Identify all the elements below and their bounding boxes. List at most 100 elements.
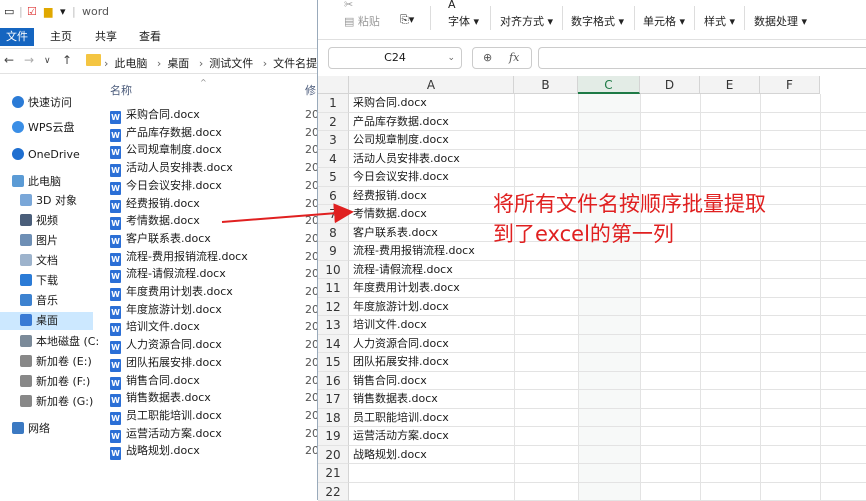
- quick-access-icon[interactable]: ▭: [4, 5, 14, 18]
- nav-3d-objects[interactable]: 3D 对象: [20, 192, 77, 210]
- breadcrumb-item[interactable]: 文件名提取: [273, 57, 317, 70]
- row-header[interactable]: 13: [318, 316, 349, 335]
- column-header-a[interactable]: A: [349, 76, 514, 94]
- row-header[interactable]: 4: [318, 150, 349, 169]
- column-header-f[interactable]: F: [760, 76, 820, 94]
- row-header[interactable]: 8: [318, 224, 349, 243]
- cell-a7[interactable]: 考情数据.docx: [353, 205, 427, 224]
- cell-a2[interactable]: 产品库存数据.docx: [353, 113, 449, 132]
- nav-documents[interactable]: 文档: [20, 252, 58, 270]
- cell-a13[interactable]: 培训文件.docx: [353, 316, 427, 335]
- row-header[interactable]: 3: [318, 131, 349, 150]
- properties-icon[interactable]: ☑: [27, 5, 37, 18]
- file-list-item[interactable]: W公司规章制度.docx20: [110, 141, 317, 158]
- cell-a4[interactable]: 活动人员安排表.docx: [353, 150, 460, 169]
- file-list-item[interactable]: W客户联系表.docx20: [110, 230, 317, 247]
- nav-volume-f[interactable]: 新加卷 (F:): [20, 373, 90, 391]
- file-list-item[interactable]: W战略规划.docx20: [110, 442, 317, 459]
- cell-a17[interactable]: 销售数据表.docx: [353, 390, 438, 409]
- file-list-item[interactable]: W活动人员安排表.docx20: [110, 159, 317, 176]
- worksheet-grid[interactable]: ABCDEF 1采购合同.docx2产品库存数据.docx3公司规章制度.doc…: [318, 76, 866, 500]
- cell-a1[interactable]: 采购合同.docx: [353, 94, 427, 113]
- file-list-item[interactable]: W经费报销.docx20: [110, 195, 317, 212]
- recent-dropdown-icon[interactable]: ∨: [44, 56, 51, 66]
- file-list-item[interactable]: W流程-请假流程.docx20: [110, 265, 317, 282]
- row-header[interactable]: 18: [318, 409, 349, 428]
- row-header[interactable]: 15: [318, 353, 349, 372]
- cell-a3[interactable]: 公司规章制度.docx: [353, 131, 449, 150]
- row-header[interactable]: 16: [318, 372, 349, 391]
- number-format-group[interactable]: 数字格式 ▾: [571, 13, 624, 29]
- column-header-d[interactable]: D: [640, 76, 700, 94]
- row-header[interactable]: 5: [318, 168, 349, 187]
- zoom-icon[interactable]: ⊕: [483, 51, 492, 64]
- qat-dropdown-icon[interactable]: ▾: [60, 5, 66, 18]
- row-header[interactable]: 19: [318, 427, 349, 446]
- cell-a12[interactable]: 年度旅游计划.docx: [353, 298, 449, 317]
- file-list-item[interactable]: W年度费用计划表.docx20: [110, 283, 317, 300]
- row-header[interactable]: 12: [318, 298, 349, 317]
- forward-icon[interactable]: →: [24, 53, 34, 67]
- nav-local-disk-c[interactable]: 本地磁盘 (C:: [20, 333, 99, 351]
- row-header[interactable]: 20: [318, 446, 349, 465]
- breadcrumb-item[interactable]: 此电脑: [114, 57, 147, 70]
- row-header[interactable]: 2: [318, 113, 349, 132]
- nav-wps-cloud[interactable]: WPS云盘: [12, 119, 75, 137]
- data-processing-group[interactable]: 数据处理 ▾: [754, 13, 807, 29]
- file-list-item[interactable]: W采购合同.docx20: [110, 106, 317, 123]
- select-all-corner[interactable]: [318, 76, 349, 94]
- new-folder-icon[interactable]: ▆: [44, 5, 52, 18]
- styles-group[interactable]: 样式 ▾: [704, 13, 735, 29]
- column-header-c[interactable]: C: [578, 76, 640, 94]
- column-header-name[interactable]: 名称: [110, 82, 132, 98]
- file-list-item[interactable]: W年度旅游计划.docx20: [110, 301, 317, 318]
- row-header[interactable]: 1: [318, 94, 349, 113]
- column-header-e[interactable]: E: [700, 76, 760, 94]
- row-header[interactable]: 17: [318, 390, 349, 409]
- format-painter-icon[interactable]: ⎘▾: [400, 13, 414, 27]
- cell-a15[interactable]: 团队拓展安排.docx: [353, 353, 449, 372]
- cell-a10[interactable]: 流程-请假流程.docx: [353, 261, 453, 280]
- row-header[interactable]: 11: [318, 279, 349, 298]
- row-header[interactable]: 14: [318, 335, 349, 354]
- row-header[interactable]: 21: [318, 464, 349, 483]
- row-header[interactable]: 10: [318, 261, 349, 280]
- nav-volume-e[interactable]: 新加卷 (E:): [20, 353, 92, 371]
- file-list-item[interactable]: W今日会议安排.docx20: [110, 177, 317, 194]
- nav-network[interactable]: 网络: [12, 420, 50, 438]
- cell-a6[interactable]: 经费报销.docx: [353, 187, 427, 206]
- fx-icon[interactable]: fx: [509, 51, 519, 64]
- file-list-item[interactable]: W人力资源合同.docx20: [110, 336, 317, 353]
- nav-downloads[interactable]: 下载: [20, 272, 58, 290]
- cell-a16[interactable]: 销售合同.docx: [353, 372, 427, 391]
- cell-a20[interactable]: 战略规划.docx: [353, 446, 427, 465]
- cell-a11[interactable]: 年度费用计划表.docx: [353, 279, 460, 298]
- file-list-item[interactable]: W流程-费用报销流程.docx20: [110, 248, 317, 265]
- cell-a19[interactable]: 运营活动方案.docx: [353, 427, 449, 446]
- file-list-item[interactable]: W员工职能培训.docx20: [110, 407, 317, 424]
- cell-a18[interactable]: 员工职能培训.docx: [353, 409, 449, 428]
- back-icon[interactable]: ←: [4, 53, 14, 67]
- breadcrumb-item[interactable]: 测试文件: [209, 57, 253, 70]
- cell-a8[interactable]: 客户联系表.docx: [353, 224, 438, 243]
- row-header[interactable]: 6: [318, 187, 349, 206]
- cells-group[interactable]: 单元格 ▾: [643, 13, 685, 29]
- cell-a14[interactable]: 人力资源合同.docx: [353, 335, 449, 354]
- nav-this-pc[interactable]: 此电脑: [12, 173, 61, 191]
- cell-a5[interactable]: 今日会议安排.docx: [353, 168, 449, 187]
- paste-button[interactable]: ▤ 粘贴: [344, 13, 380, 29]
- cut-icon[interactable]: ✂: [344, 0, 353, 11]
- file-list-item[interactable]: W考情数据.docx20: [110, 212, 317, 229]
- file-list-item[interactable]: W销售数据表.docx20: [110, 389, 317, 406]
- nav-videos[interactable]: 视频: [20, 212, 58, 230]
- tab-view[interactable]: 查看: [135, 28, 165, 46]
- tab-home[interactable]: 主页: [46, 28, 76, 46]
- function-box[interactable]: ⊕ fx: [472, 47, 532, 69]
- nav-music[interactable]: 音乐: [20, 292, 58, 310]
- file-list-item[interactable]: W培训文件.docx20: [110, 318, 317, 335]
- column-header-modified[interactable]: 修: [305, 82, 316, 98]
- font-group[interactable]: 字体 ▾: [448, 13, 479, 29]
- tab-file[interactable]: 文件: [0, 28, 34, 46]
- column-header-b[interactable]: B: [514, 76, 578, 94]
- cell-a9[interactable]: 流程-费用报销流程.docx: [353, 242, 475, 261]
